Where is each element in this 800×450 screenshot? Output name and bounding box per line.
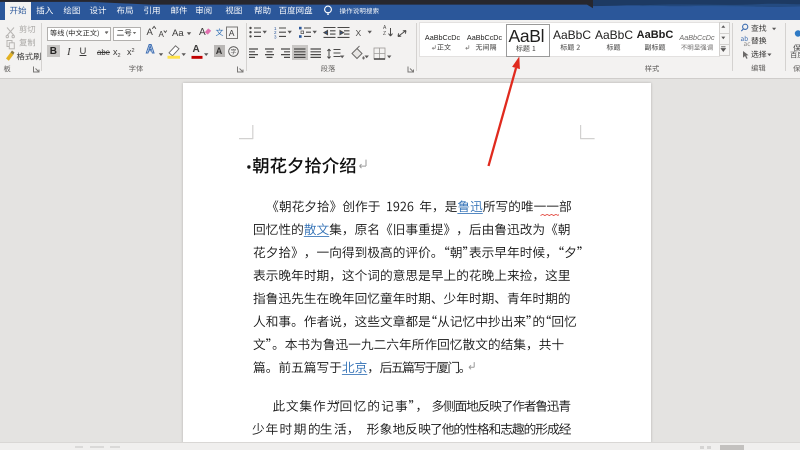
svg-text:3: 3 — [274, 34, 277, 39]
